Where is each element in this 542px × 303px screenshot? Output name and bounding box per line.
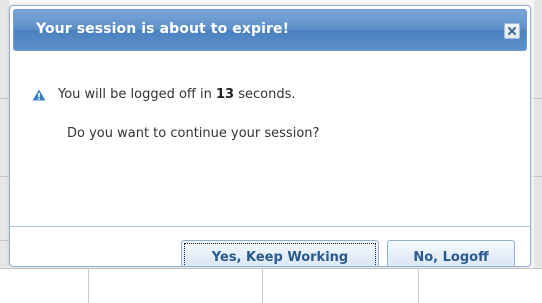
close-button[interactable] [504,23,520,39]
continue-question: Do you want to continue your session? [67,126,320,141]
message-prefix: You will be logged off in [58,87,212,102]
logoff-button[interactable]: No, Logoff [387,240,515,266]
background-divider [533,98,542,99]
background-table-column-divider [88,268,89,303]
dialog-titlebar: Your session is about to expire! [13,9,527,51]
background-left-edge [0,0,9,303]
background-divider [0,240,9,241]
expire-message-text: You will be logged off in 13 seconds. [58,87,296,102]
background-divider [0,176,9,177]
expire-message: You will be logged off in 13 seconds. [32,87,296,102]
background-table [0,268,542,303]
background-right-edge [534,0,542,303]
keep-working-button[interactable]: Yes, Keep Working [181,240,379,266]
warning-icon [32,89,46,100]
background-table-column-divider [418,268,419,303]
session-expire-dialog: Your session is about to expire! You wil… [9,5,531,267]
seconds-remaining: 13 [216,87,235,102]
dialog-footer-divider [10,226,530,227]
dialog-title: Your session is about to expire! [36,21,290,37]
background-table-column-divider [262,268,263,303]
close-icon [507,26,517,36]
background-divider [0,98,9,99]
background-divider [533,176,542,177]
message-suffix: seconds. [238,87,296,102]
